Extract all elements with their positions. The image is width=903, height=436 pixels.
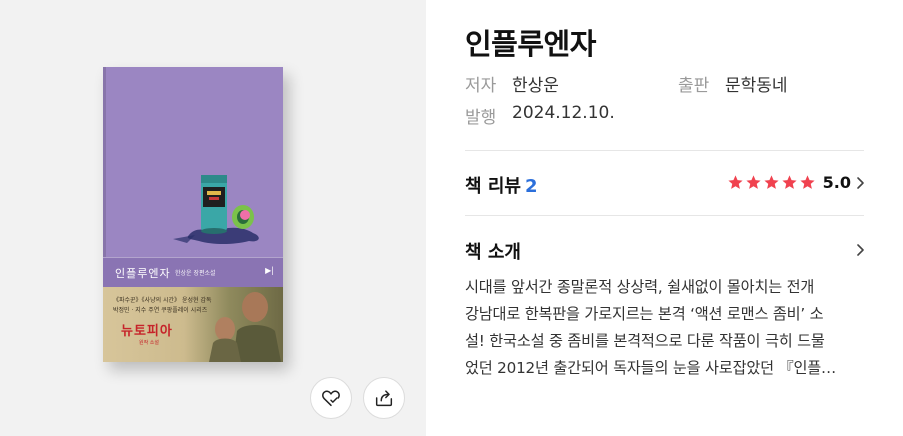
star-icon [746, 175, 761, 189]
divider [465, 150, 864, 151]
rating-summary[interactable]: 5.0 [727, 173, 865, 192]
book-cover-panel: 인플루엔자 한상운 장편소설 ▶| 《파수꾼》《사냥의 시간》 윤성현 감독 박… [0, 0, 426, 436]
review-heading: 책 리뷰 [465, 176, 521, 197]
star-icon [782, 175, 797, 189]
book-info-panel: 인플루엔자 저자 한상운 출판 문학동네 발행 2024.12.10. 책 리뷰… [465, 0, 865, 436]
author-link[interactable]: 한상운 [512, 71, 559, 96]
publish-date: 2024.12.10. [512, 103, 615, 123]
star-icon [764, 175, 779, 189]
star-icon [728, 175, 743, 189]
publisher-link[interactable]: 문학동네 [725, 71, 788, 96]
intro-line: 시대를 앞서간 종말론적 상상력, 쉴새없이 몰아치는 전개 [465, 278, 815, 296]
heart-check-icon [322, 390, 340, 407]
cover-illustration [173, 175, 259, 244]
cover-title-band: 인플루엔자 한상운 장편소설 ▶| [103, 257, 283, 287]
belt-subtitle: 원작 소설 [139, 340, 159, 346]
date-label: 발행 [465, 108, 497, 128]
rating-score: 5.0 [822, 173, 851, 192]
belt-photo [209, 292, 281, 362]
cover-author: 한상운 장편소설 [175, 270, 216, 277]
review-count: 2 [524, 176, 538, 197]
publisher-label: 출판 [678, 76, 710, 96]
intro-line: 설! 한국소설 중 좀비를 본격적으로 다룬 작품이 극히 드물 [465, 332, 825, 350]
cover-belt: 《파수꾼》《사냥의 시간》 윤성현 감독 박정민 · 지수 주연 쿠팡플레이 시… [103, 287, 283, 362]
like-button[interactable] [310, 377, 352, 419]
star-rating [727, 174, 816, 191]
review-section-link[interactable]: 책 리뷰 2 [465, 172, 537, 198]
intro-heading: 책 소개 [465, 242, 521, 263]
intro-line: 었던 2012년 출간되어 독자들의 눈을 사로잡았던 『인플… [465, 359, 837, 377]
cover-title: 인플루엔자 [115, 267, 171, 280]
play-icon: ▶| [265, 266, 274, 275]
belt-cast-line: 박정민 · 지수 주연 쿠팡플레이 시리즈 [113, 307, 208, 314]
page-title: 인플루엔자 [465, 27, 596, 61]
author-label: 저자 [465, 76, 497, 96]
intro-description[interactable]: 시대를 앞서간 종말론적 상상력, 쉴새없이 몰아치는 전개 강남대로 한복판을… [465, 274, 865, 382]
divider [465, 215, 864, 216]
star-icon [800, 175, 815, 189]
intro-line: 강남대로 한복판을 가로지르는 본격 ‘액션 로맨스 좀비’ 소 [465, 305, 824, 323]
belt-promo-line: 《파수꾼》《사냥의 시간》 윤성현 감독 [113, 297, 212, 304]
belt-series-title: 뉴토피아 [121, 324, 173, 339]
chevron-right-icon[interactable] [855, 243, 865, 257]
share-button[interactable] [363, 377, 405, 419]
share-icon [375, 390, 393, 407]
book-cover-image[interactable]: 인플루엔자 한상운 장편소설 ▶| 《파수꾼》《사냥의 시간》 윤성현 감독 박… [103, 67, 283, 362]
chevron-right-icon [857, 176, 864, 189]
